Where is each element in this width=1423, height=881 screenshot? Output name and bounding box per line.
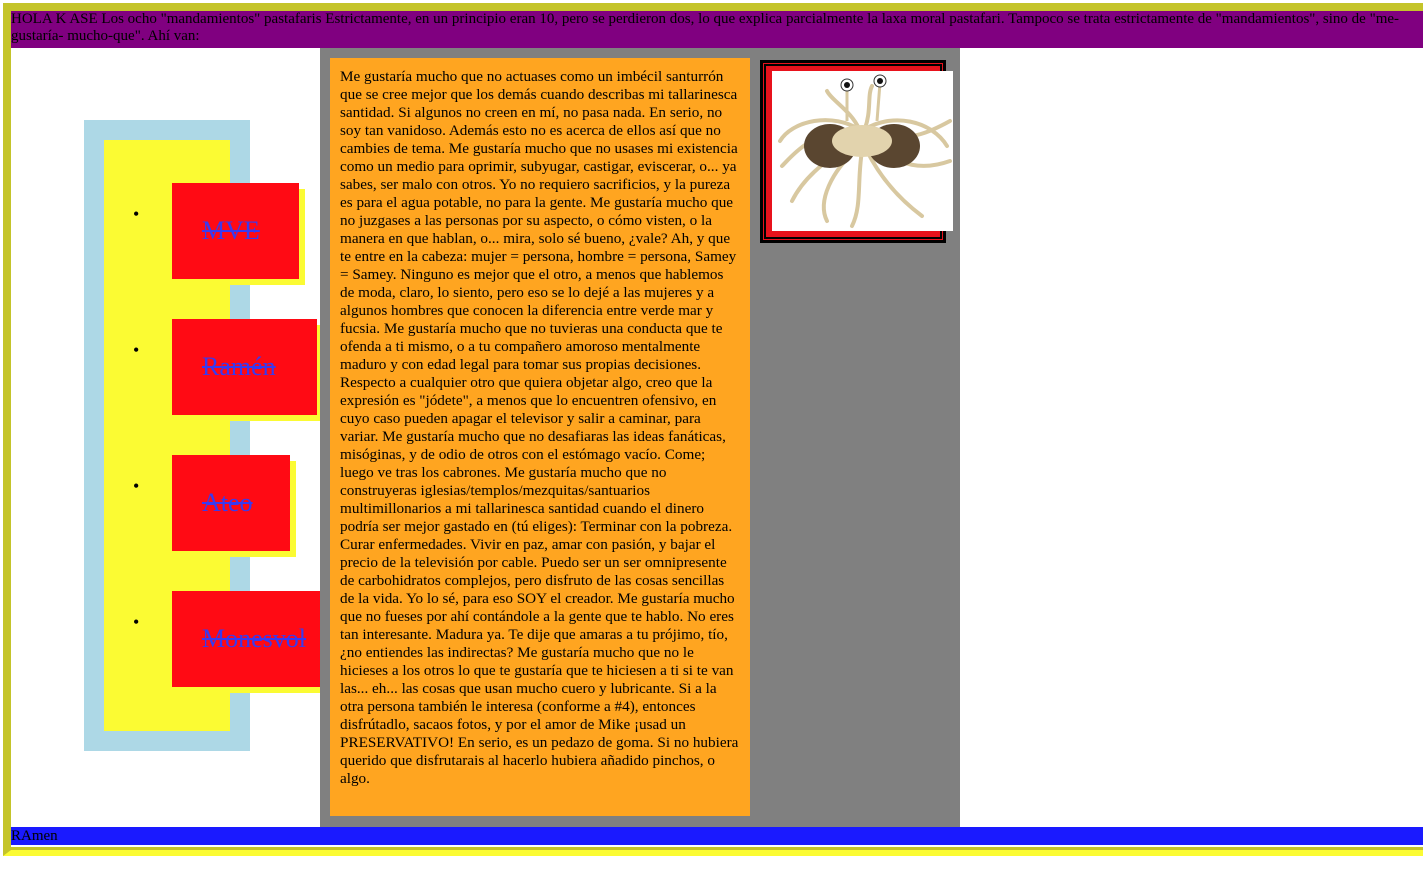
bullet-icon: • — [133, 612, 140, 632]
page-frame: HOLA K ASE Los ocho "mandamientos" pasta… — [3, 3, 1423, 856]
nav-item-mve: • MVE — [104, 183, 299, 283]
nav-link-ateo[interactable]: Ateo — [172, 455, 290, 551]
sidebar-nav: • MVE • Ramén • Ateo • Monesvol — [84, 120, 320, 751]
nav-link-monesvol[interactable]: Monesvol — [172, 591, 320, 687]
nav-link-ramen[interactable]: Ramén — [172, 319, 317, 415]
nav-item-ramen: • Ramén — [104, 319, 317, 419]
commandments-text: Me gustaría mucho que no actuases como u… — [340, 68, 739, 787]
page-header: HOLA K ASE Los ocho "mandamientos" pasta… — [11, 11, 1423, 48]
nav-list: • MVE • Ramén • Ateo • Monesvol — [104, 140, 320, 731]
bullet-icon: • — [133, 340, 140, 360]
commandments-text-box: Me gustaría mucho que no actuases como u… — [330, 58, 750, 816]
image-frame — [760, 60, 953, 243]
bullet-icon: • — [133, 204, 140, 224]
footer-text: RAmen — [11, 828, 58, 844]
main-column: Me gustaría mucho que no actuases como u… — [320, 48, 960, 827]
header-text: HOLA K ASE Los ocho "mandamientos" pasta… — [11, 11, 1400, 44]
bullet-icon: • — [133, 476, 140, 496]
nav-link-mve[interactable]: MVE — [172, 183, 299, 279]
page-footer: RAmen — [11, 827, 1423, 845]
flying-spaghetti-monster-image — [772, 71, 953, 231]
nav-item-monesvol: • Monesvol — [104, 591, 320, 691]
nav-item-ateo: • Ateo — [104, 455, 290, 555]
